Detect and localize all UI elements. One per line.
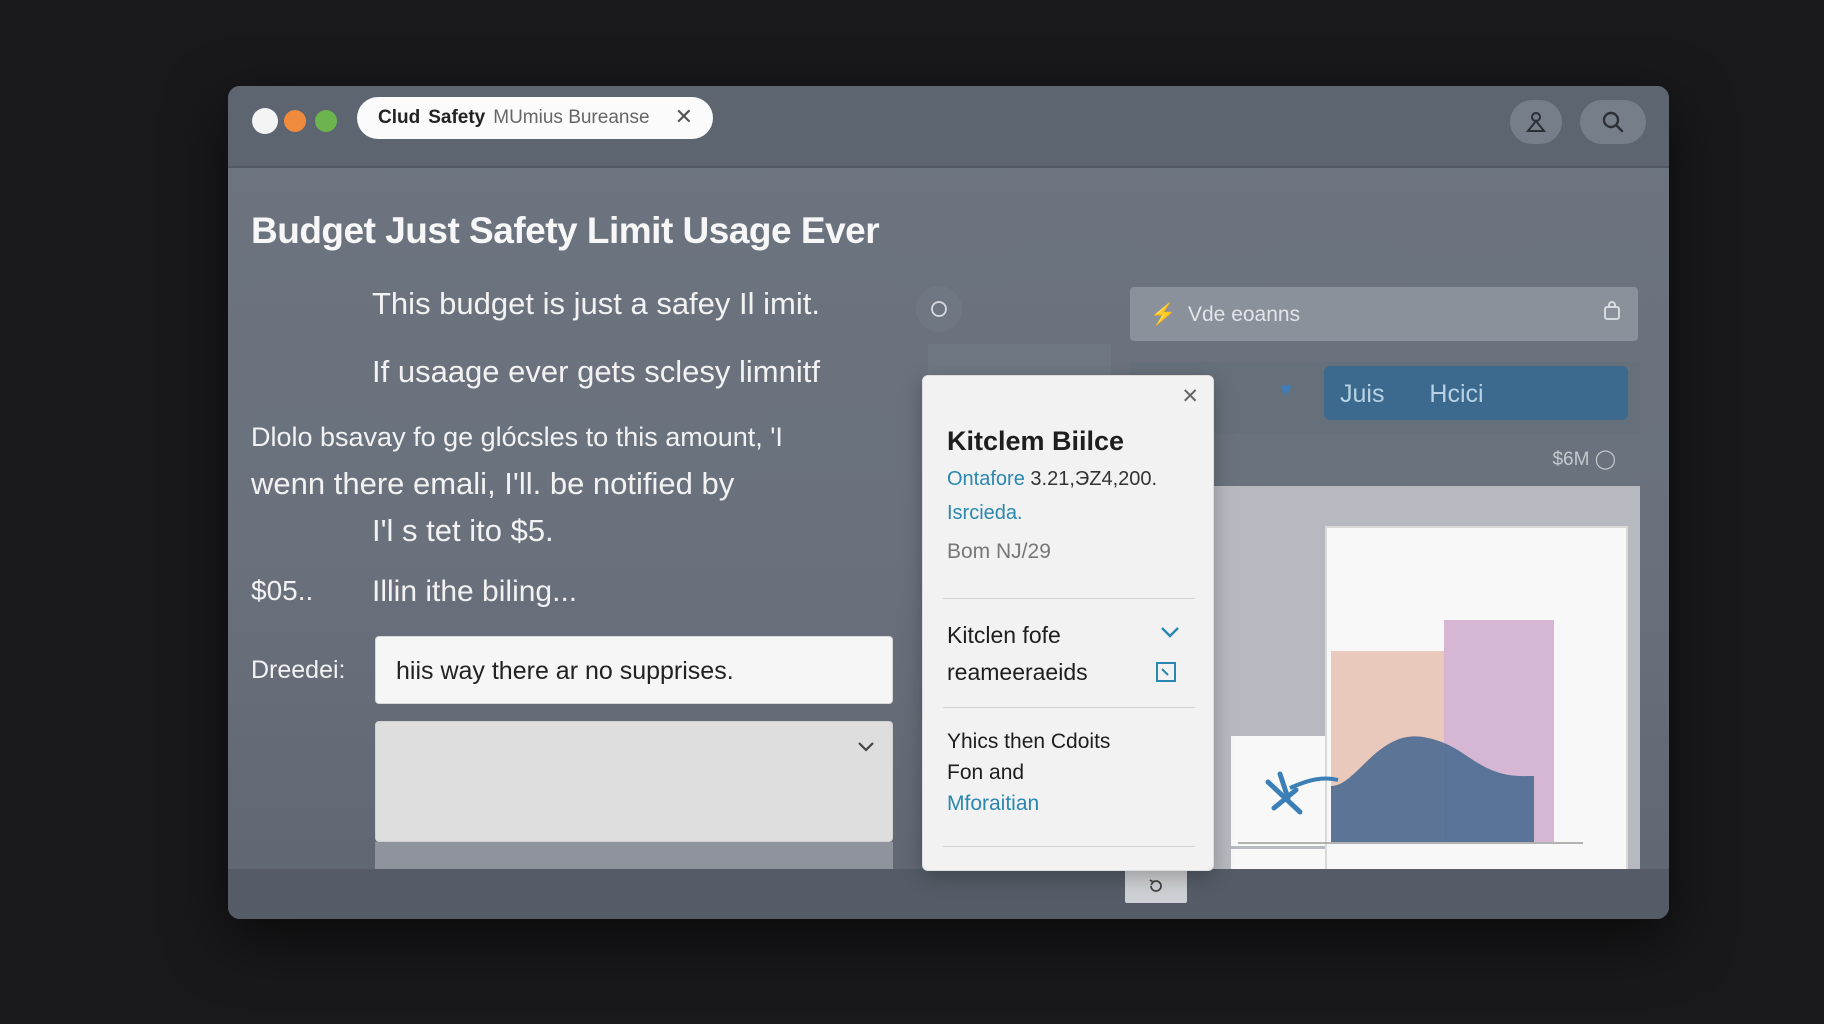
detail-popover: ✕ Kitclem Biilce Ontafore 3.21,ЭZ4,200. … <box>922 375 1214 871</box>
title-bar: Clud Safety MUmius Bureanse ✕ <box>228 86 1669 168</box>
amount-text: $05.. <box>251 575 314 606</box>
section-text: Yhics then Cdoits <box>947 730 1111 753</box>
tab-title-part: MUmius Bureanse <box>493 107 650 128</box>
search-button[interactable] <box>1580 100 1646 144</box>
expand-icon[interactable] <box>1155 661 1177 683</box>
popover-title: Kitclem Biilce <box>947 426 1125 456</box>
body-text: If usaage ever gets sclesy limnitf <box>372 354 820 389</box>
search-prefix-icon: ⚡ <box>1150 303 1177 326</box>
segment-label[interactable]: Juis <box>1340 380 1384 408</box>
segment-label[interactable]: Hcici <box>1429 380 1483 408</box>
body-text: Dlolo bsavay fo ge glócsles to this amou… <box>251 422 783 452</box>
user-button[interactable] <box>1510 100 1562 144</box>
heart-icon[interactable]: ♥ <box>1280 379 1292 402</box>
divider <box>943 598 1195 599</box>
divider <box>943 846 1195 847</box>
browser-tab[interactable]: Clud Safety MUmius Bureanse ✕ <box>357 97 713 139</box>
minimize-window-button[interactable] <box>284 110 306 132</box>
body-text: This budget is just a safey Il imit. <box>372 286 820 321</box>
search-placeholder: Vde eoanns <box>1188 303 1301 326</box>
tab-title-part: Clud <box>378 107 421 128</box>
dropdown-select[interactable] <box>375 721 893 842</box>
preview-card <box>1231 736 1331 846</box>
bag-icon[interactable] <box>1602 301 1622 321</box>
search-icon <box>1602 111 1624 133</box>
refresh-icon <box>1149 879 1162 892</box>
section-label: Kitclen fofe <box>947 622 1061 648</box>
chart-card <box>1325 526 1628 906</box>
user-icon <box>1525 112 1547 132</box>
close-icon[interactable]: ✕ <box>1181 384 1199 409</box>
chevron-down-icon[interactable] <box>1159 624 1181 640</box>
amount-value: $6M <box>1552 449 1590 470</box>
search-input[interactable]: ⚡ Vde eoanns <box>1130 287 1638 341</box>
bottom-bar <box>228 869 1669 919</box>
close-icon[interactable]: ✕ <box>675 106 693 128</box>
close-window-button[interactable] <box>252 108 278 134</box>
status-circle[interactable] <box>916 286 962 332</box>
text-input[interactable]: hiis way there ar no supprises. <box>375 636 893 704</box>
meta-link[interactable]: Ontafore <box>947 468 1025 490</box>
section-label: reameeraeids <box>947 659 1088 685</box>
page-title: Budget Just Safety Limit Usage Ever <box>251 210 880 251</box>
section-link[interactable]: Mforaitian <box>947 792 1039 816</box>
field-label: Dreedei: <box>251 656 346 684</box>
app-window: Clud Safety MUmius Bureanse ✕ Budget Jus… <box>228 86 1669 919</box>
reference-text: Bom NJ/29 <box>947 540 1051 563</box>
body-text: I'l s tet ito $5. <box>372 513 554 548</box>
segmented-button[interactable]: Juis Hcici <box>1324 366 1628 420</box>
meta-date: 3.21,ЭZ4,200. <box>1030 468 1158 490</box>
maximize-window-button[interactable] <box>315 110 337 132</box>
body-text: Illin ithe biling... <box>372 575 578 608</box>
chevron-down-icon <box>858 742 874 752</box>
divider <box>943 707 1195 708</box>
scroll-area <box>375 842 893 869</box>
refresh-button[interactable] <box>1125 869 1187 903</box>
tab-title-part: Safety <box>428 107 486 128</box>
meta-link[interactable]: Isrcieda. <box>947 502 1023 525</box>
section-text: Fon and <box>947 761 1025 784</box>
body-text: wenn there emali, I'll. be notified by <box>251 466 735 501</box>
circle-icon <box>931 301 947 317</box>
circle-icon: ◯ <box>1594 449 1616 470</box>
